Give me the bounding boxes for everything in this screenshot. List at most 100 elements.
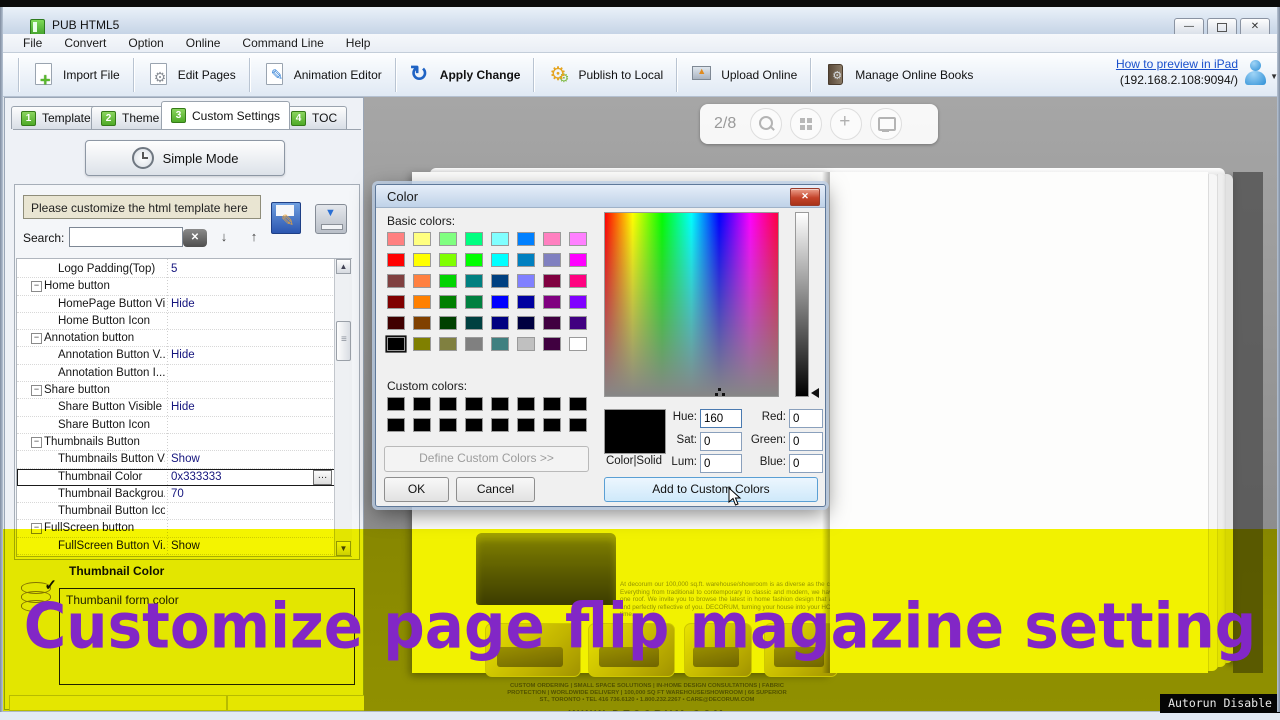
color-swatch[interactable]	[465, 253, 483, 267]
settings-row[interactable]: Thumbnails Button V... Show	[17, 451, 335, 469]
menu-item[interactable]: Help	[335, 36, 382, 50]
settings-row[interactable]: Home button	[17, 278, 335, 296]
custom-color-swatch[interactable]	[439, 418, 457, 432]
color-swatch[interactable]	[569, 232, 587, 246]
setting-value[interactable]: Hide	[171, 400, 311, 415]
settings-row[interactable]: Home Button Icon	[17, 313, 335, 331]
color-swatch[interactable]	[439, 295, 457, 309]
toolbar-button[interactable]: Publish to Local	[534, 57, 676, 93]
color-swatch[interactable]	[387, 274, 405, 288]
hue-sat-marker[interactable]	[715, 388, 725, 396]
color-swatch[interactable]	[569, 316, 587, 330]
dialog-title-bar[interactable]: Color ✕	[376, 185, 825, 208]
scroll-up-icon[interactable]: ▲	[336, 259, 351, 274]
color-swatch[interactable]	[491, 316, 509, 330]
ok-button[interactable]: OK	[384, 477, 449, 502]
menu-item[interactable]: Convert	[53, 36, 117, 50]
tab-toc[interactable]: 4 TOC	[281, 106, 348, 129]
collapse-icon[interactable]	[31, 385, 42, 397]
settings-row[interactable]: Thumbnail Color 0x333333	[17, 468, 335, 486]
settings-row[interactable]: Annotation Button I...	[17, 365, 335, 383]
color-swatch[interactable]	[439, 232, 457, 246]
fullscreen-icon[interactable]	[870, 108, 903, 140]
custom-color-swatch[interactable]	[413, 418, 431, 432]
color-swatch[interactable]	[465, 274, 483, 288]
custom-color-swatch[interactable]	[517, 418, 535, 432]
luminance-bar[interactable]	[795, 212, 809, 397]
tree-scrollbar[interactable]: ▲ ▼	[334, 259, 352, 556]
custom-color-swatch[interactable]	[543, 397, 561, 411]
color-swatch[interactable]	[413, 295, 431, 309]
custom-color-swatch[interactable]	[569, 418, 587, 432]
custom-color-swatch[interactable]	[543, 418, 561, 432]
title-bar[interactable]: PUB HTML5 — ✕	[0, 7, 1280, 37]
color-swatch[interactable]	[517, 253, 535, 267]
tab-template[interactable]: 1 Template	[11, 106, 101, 129]
custom-color-swatch[interactable]	[465, 397, 483, 411]
settings-row[interactable]: Thumbnail Backgrou... 70	[17, 486, 335, 504]
how-to-preview-link[interactable]: How to preview in iPad	[1116, 57, 1238, 71]
tab-custom-settings[interactable]: 3 Custom Settings	[161, 101, 291, 129]
hue-saturation-field[interactable]	[604, 212, 779, 397]
color-swatch[interactable]	[491, 232, 509, 246]
menu-item[interactable]: Command Line	[231, 36, 334, 50]
search-icon[interactable]	[750, 108, 783, 140]
thumbnails-icon[interactable]	[790, 108, 823, 140]
custom-color-swatch[interactable]	[387, 397, 405, 411]
color-swatch[interactable]	[517, 232, 535, 246]
custom-color-swatch[interactable]	[465, 418, 483, 432]
add-to-custom-colors-button[interactable]: Add to Custom Colors	[604, 477, 818, 502]
color-swatch[interactable]	[387, 232, 405, 246]
color-swatch[interactable]	[439, 316, 457, 330]
green-input[interactable]	[789, 432, 823, 451]
menu-item[interactable]: Option	[117, 36, 174, 50]
toolbar-button[interactable]: Edit Pages	[134, 57, 249, 93]
setting-value[interactable]: Hide	[171, 297, 311, 312]
clear-search-icon[interactable]: ✕	[183, 229, 207, 247]
toolbar-button[interactable]: Manage Online Books	[811, 57, 986, 93]
import-template-icon[interactable]	[315, 204, 347, 234]
save-template-icon[interactable]	[271, 202, 301, 234]
color-swatch[interactable]	[439, 274, 457, 288]
custom-color-swatch[interactable]	[439, 397, 457, 411]
color-swatch[interactable]	[491, 295, 509, 309]
color-swatch[interactable]	[387, 337, 405, 351]
luminance-arrow[interactable]	[811, 388, 819, 398]
search-input[interactable]	[69, 227, 183, 247]
color-swatch[interactable]	[491, 337, 509, 351]
ellipsis-button[interactable]	[313, 469, 332, 485]
settings-row[interactable]: Thumbnails Button	[17, 434, 335, 452]
zoom-in-icon[interactable]	[830, 108, 863, 140]
custom-color-swatch[interactable]	[491, 397, 509, 411]
color-swatch[interactable]	[387, 316, 405, 330]
color-swatch[interactable]	[569, 274, 587, 288]
sort-down-icon[interactable]: ↓	[213, 226, 235, 248]
cancel-button[interactable]: Cancel	[456, 477, 535, 502]
lum-input[interactable]	[700, 454, 742, 473]
color-swatch[interactable]	[569, 253, 587, 267]
sort-up-icon[interactable]: ↑	[243, 226, 265, 248]
settings-row[interactable]: Share button	[17, 382, 335, 400]
color-swatch[interactable]	[465, 337, 483, 351]
custom-color-swatch[interactable]	[491, 418, 509, 432]
settings-row[interactable]: Annotation Button V... Hide	[17, 347, 335, 365]
settings-row[interactable]: HomePage Button Vi... Hide	[17, 296, 335, 313]
color-swatch[interactable]	[543, 232, 561, 246]
color-swatch[interactable]	[413, 253, 431, 267]
tab-theme[interactable]: 2 Theme	[91, 106, 170, 129]
setting-value[interactable]: Hide	[171, 348, 311, 363]
simple-mode-button[interactable]: Simple Mode	[85, 140, 285, 176]
toolbar-button[interactable]: Animation Editor	[250, 57, 395, 93]
color-swatch[interactable]	[491, 253, 509, 267]
color-swatch[interactable]	[387, 295, 405, 309]
color-swatch[interactable]	[543, 295, 561, 309]
blue-input[interactable]	[789, 454, 823, 473]
settings-row[interactable]: Share Button Visible Hide	[17, 399, 335, 417]
hue-input[interactable]	[700, 409, 742, 428]
color-swatch[interactable]	[569, 295, 587, 309]
color-swatch[interactable]	[413, 316, 431, 330]
color-swatch[interactable]	[413, 274, 431, 288]
menu-item[interactable]: File	[12, 36, 53, 50]
scroll-thumb[interactable]	[336, 321, 351, 361]
color-swatch[interactable]	[517, 337, 535, 351]
